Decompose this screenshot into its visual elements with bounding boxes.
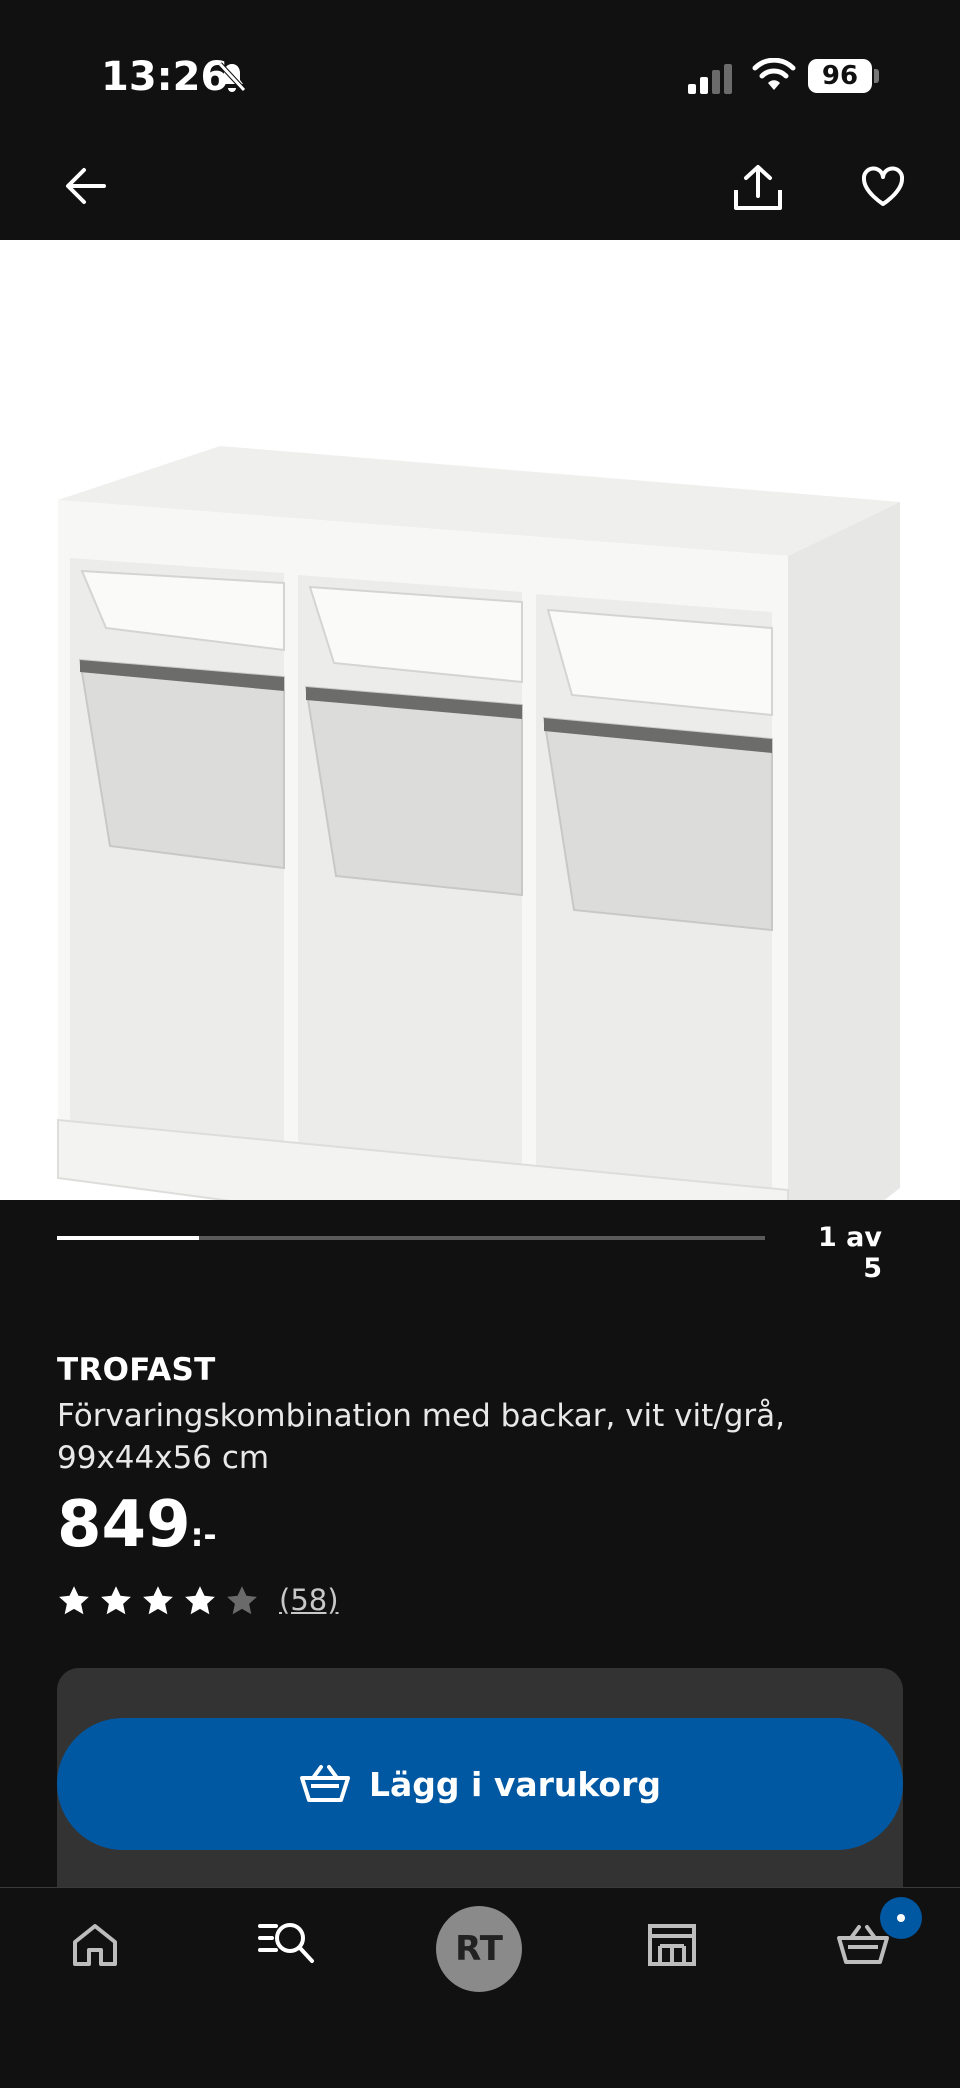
status-time: 13:26 [101, 54, 229, 100]
price-value: 849 [57, 1488, 191, 1562]
heart-icon[interactable] [860, 166, 906, 208]
star-filled-icon [143, 1586, 173, 1615]
gallery-progress [57, 1236, 765, 1240]
add-to-cart-button[interactable]: Lägg i varukorg [57, 1718, 903, 1850]
cart-badge [880, 1897, 922, 1939]
home-icon[interactable] [70, 1922, 120, 1968]
battery-level: 96 [808, 59, 872, 93]
cart-icon[interactable] [836, 1924, 890, 1966]
product-image[interactable] [0, 240, 960, 1277]
store-icon[interactable] [646, 1922, 698, 1968]
product-price: 849:- [57, 1488, 217, 1562]
cart-badge-dot [897, 1914, 905, 1922]
storage-unit-illustration [57, 446, 900, 1277]
back-arrow-icon[interactable] [64, 164, 108, 208]
star-filled-icon [59, 1586, 89, 1615]
wifi-icon [752, 58, 796, 90]
status-bar: 13:26 96 [0, 0, 960, 160]
gallery-counter: 1 av 5 [817, 1222, 882, 1284]
product-description: Förvaringskombination med backar, vit vi… [57, 1398, 785, 1476]
star-filled-icon [101, 1586, 131, 1615]
star-empty-icon [227, 1586, 257, 1615]
add-to-cart-label: Lägg i varukorg [368, 1764, 661, 1804]
product-brand: TROFAST [57, 1352, 216, 1388]
profile-avatar[interactable]: RT [436, 1906, 522, 1992]
share-icon[interactable] [732, 164, 784, 212]
battery-tip [874, 69, 879, 83]
price-suffix: :- [190, 1516, 217, 1554]
bell-muted-icon [218, 62, 246, 92]
gallery-progress-fill [57, 1236, 199, 1240]
basket-icon [299, 1765, 350, 1802]
search-icon[interactable] [258, 1920, 316, 1966]
review-count[interactable]: (58) [279, 1583, 339, 1617]
rating-stars [57, 1584, 267, 1616]
star-filled-icon [185, 1586, 215, 1615]
rating[interactable]: (58) [57, 1580, 339, 1620]
cellular-signal-icon [688, 64, 732, 94]
